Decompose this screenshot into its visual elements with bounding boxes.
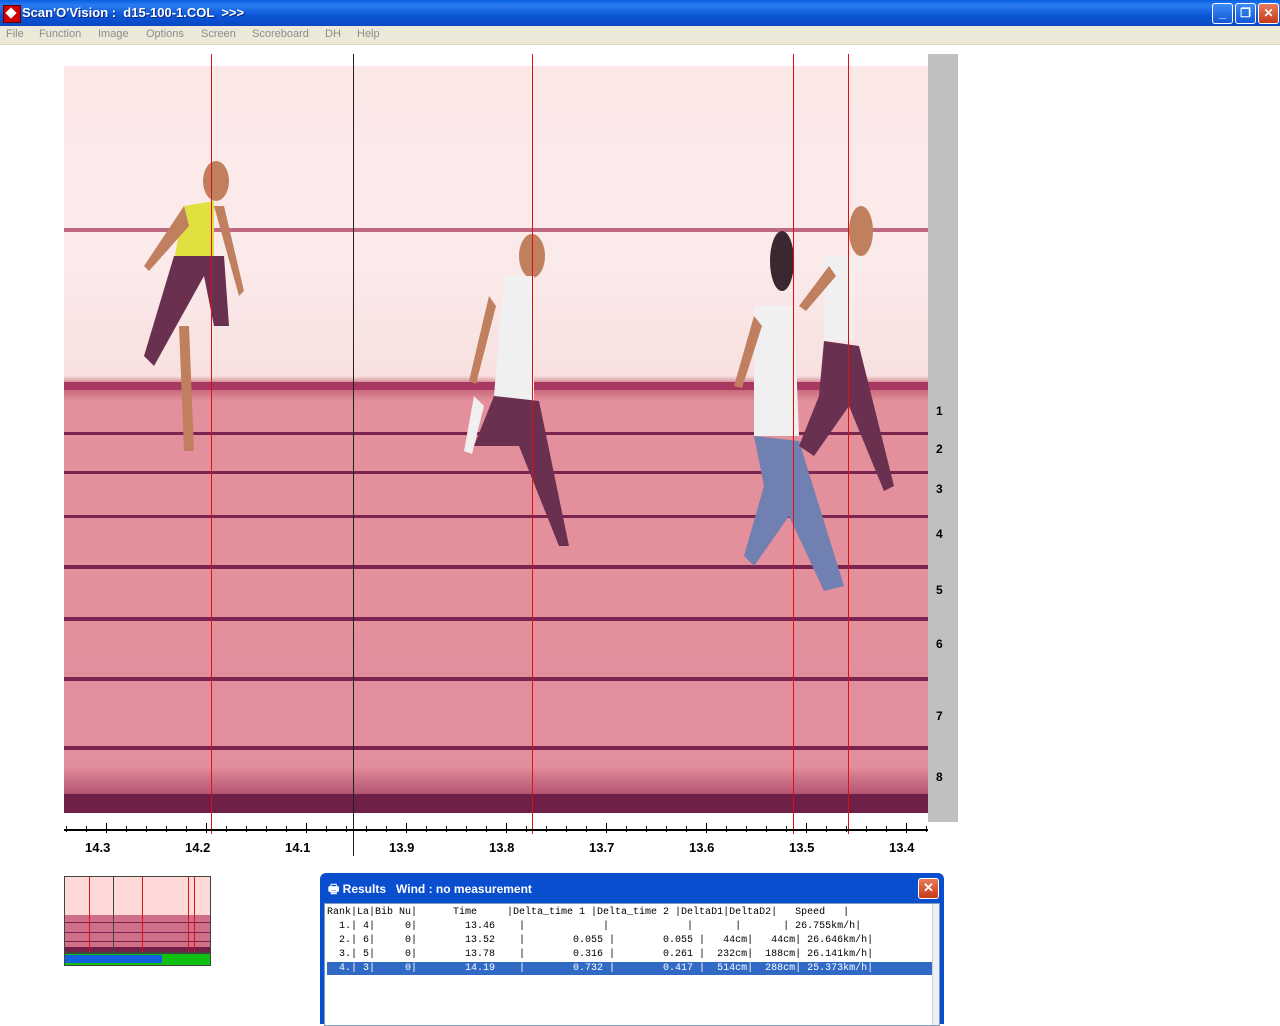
menu-dh[interactable]: DH	[325, 28, 341, 40]
overview-thumbnail[interactable]	[64, 876, 211, 953]
lane-label: 2	[936, 442, 943, 456]
menu-screen[interactable]: Screen	[201, 28, 236, 40]
lane-label: 3	[936, 482, 943, 496]
title-bar: Scan'O'Vision : d15-100-1.COL >>> _ ❐ ✕	[0, 0, 1280, 26]
lane-label: 7	[936, 709, 943, 723]
axis-tick	[486, 826, 487, 832]
axis-label: 14.3	[85, 840, 111, 855]
axis-tick	[666, 826, 667, 832]
axis-label: 13.4	[889, 840, 915, 855]
finish-line-marker[interactable]	[211, 54, 212, 834]
axis-label: 14.2	[185, 840, 211, 855]
runners-image	[144, 161, 894, 591]
axis-tick	[506, 823, 507, 833]
axis-tick	[526, 826, 527, 832]
axis-tick	[266, 826, 267, 832]
axis-tick	[426, 826, 427, 832]
axis-tick	[226, 826, 227, 832]
axis-label: 13.6	[689, 840, 715, 855]
axis-tick	[886, 826, 887, 832]
time-cursor[interactable]	[353, 54, 354, 856]
axis-tick	[466, 826, 467, 832]
close-button[interactable]: ✕	[1258, 3, 1279, 24]
axis-tick	[746, 826, 747, 832]
finish-photo[interactable]	[64, 66, 928, 813]
finish-line-marker[interactable]	[793, 54, 794, 834]
lane-label: 1	[936, 404, 943, 418]
menu-function[interactable]: Function	[39, 28, 81, 40]
axis-tick	[606, 823, 607, 833]
axis-tick	[286, 826, 287, 832]
axis-tick	[166, 826, 167, 832]
results-close-button[interactable]: ✕	[918, 878, 939, 899]
results-table: Rank|La|Bib Nu| Time |Delta_time 1 |Delt…	[324, 903, 940, 1026]
results-header: Rank|La|Bib Nu| Time |Delta_time 1 |Delt…	[327, 907, 850, 918]
axis-tick	[766, 826, 767, 832]
axis-tick	[126, 826, 127, 832]
printer-icon[interactable]: 🖶	[328, 882, 343, 896]
lane-label: 4	[936, 527, 943, 541]
axis-label: 13.5	[789, 840, 815, 855]
axis-tick	[146, 826, 147, 832]
axis-tick	[786, 826, 787, 832]
window-title: Scan'O'Vision : d15-100-1.COL >>>	[22, 5, 245, 20]
menu-scoreboard[interactable]: Scoreboard	[252, 28, 309, 40]
axis-tick	[846, 826, 847, 832]
axis-tick	[646, 826, 647, 832]
lane-label: 8	[936, 770, 943, 784]
finish-line-marker[interactable]	[848, 54, 849, 834]
axis-tick	[686, 826, 687, 832]
axis-tick	[806, 823, 807, 833]
results-row[interactable]: 3.| 5| 0| 13.78 | 0.316 | 0.261 | 232cm|…	[327, 948, 933, 961]
axis-tick	[106, 823, 107, 833]
overview-progress[interactable]	[64, 953, 211, 966]
results-row[interactable]: 2.| 6| 0| 13.52 | 0.055 | 0.055 | 44cm| …	[327, 934, 933, 947]
axis-tick	[406, 823, 407, 833]
axis-tick	[546, 826, 547, 832]
axis-tick	[926, 826, 927, 832]
axis-label: 14.1	[285, 840, 311, 855]
axis-label: 13.7	[589, 840, 615, 855]
axis-tick	[906, 823, 907, 833]
results-row-selected[interactable]: 4.| 3| 0| 14.19 | 0.732 | 0.417 | 514cm|…	[327, 962, 933, 975]
menu-file[interactable]: File	[6, 28, 24, 40]
axis-tick	[246, 826, 247, 832]
menu-options[interactable]: Options	[146, 28, 184, 40]
axis-tick	[826, 826, 827, 832]
time-axis	[64, 829, 928, 831]
axis-tick	[586, 826, 587, 832]
axis-label: 13.9	[389, 840, 415, 855]
axis-tick	[366, 826, 367, 832]
lane-panel	[928, 54, 958, 822]
axis-tick	[386, 826, 387, 832]
minimize-button[interactable]: _	[1212, 3, 1233, 24]
axis-tick	[86, 826, 87, 832]
results-window: 🖶 Results Wind : no measurement ✕ Rank|L…	[320, 873, 944, 1026]
overview-progress-fill	[65, 955, 163, 963]
axis-tick	[206, 823, 207, 833]
axis-tick	[726, 826, 727, 832]
axis-tick	[446, 826, 447, 832]
axis-tick	[566, 826, 567, 832]
menu-bar: File Function Image Options Screen Score…	[0, 26, 1280, 45]
axis-tick	[866, 826, 867, 832]
axis-tick	[326, 826, 327, 832]
axis-tick	[186, 826, 187, 832]
app-icon[interactable]	[3, 5, 21, 23]
lane-label: 5	[936, 583, 943, 597]
axis-tick	[626, 826, 627, 832]
axis-label: 13.8	[489, 840, 515, 855]
results-row[interactable]: 1.| 4| 0| 13.46 | | | | | 26.755km/h|	[327, 920, 933, 933]
axis-tick	[706, 823, 707, 833]
lane-label: 6	[936, 637, 943, 651]
finish-line-marker[interactable]	[532, 54, 533, 834]
restore-button[interactable]: ❐	[1235, 3, 1256, 24]
menu-image[interactable]: Image	[98, 28, 129, 40]
axis-tick	[346, 826, 347, 832]
results-scrollbar[interactable]	[932, 904, 939, 1025]
axis-tick	[66, 826, 67, 832]
menu-help[interactable]: Help	[357, 28, 380, 40]
axis-tick	[306, 823, 307, 833]
results-title: 🖶 Results Wind : no measurement	[328, 882, 532, 896]
